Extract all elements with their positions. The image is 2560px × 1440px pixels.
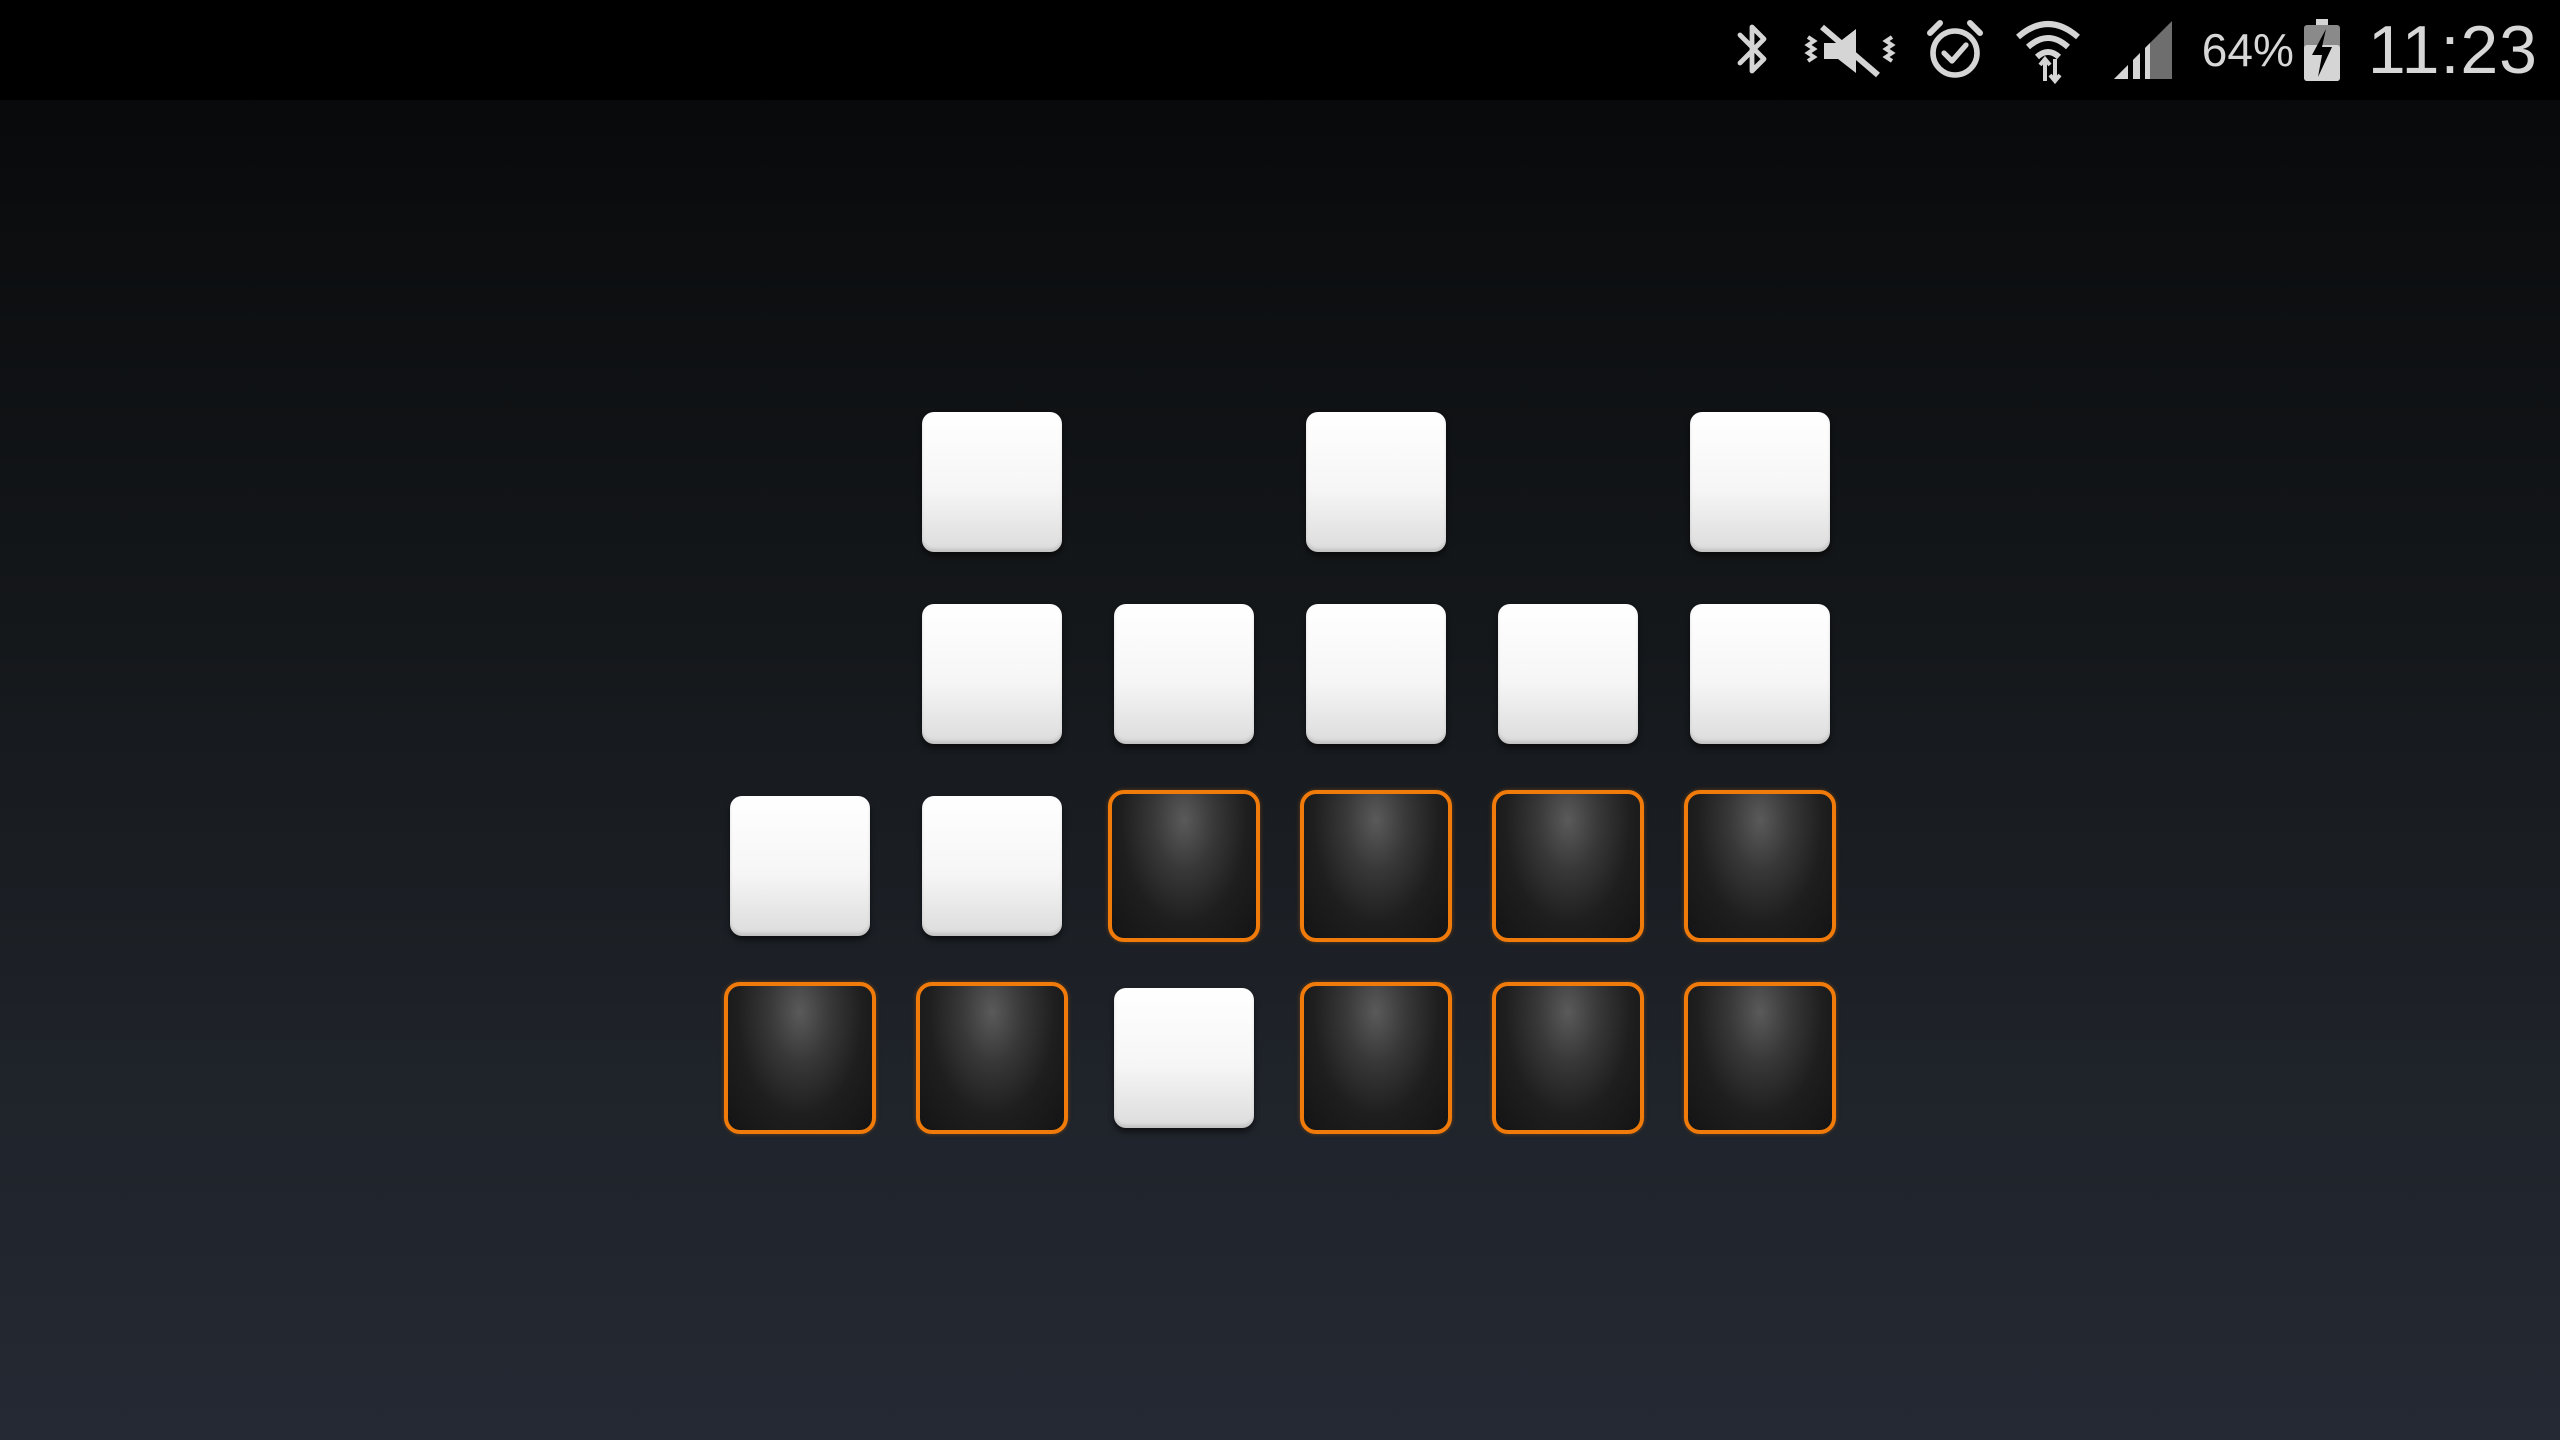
- pad-r4-c2[interactable]: [916, 982, 1068, 1134]
- pad-r3-c2[interactable]: [922, 796, 1062, 936]
- pad-r2-c3[interactable]: [1114, 604, 1254, 744]
- pad-r3-c1[interactable]: [730, 796, 870, 936]
- pad-r2-c2[interactable]: [922, 604, 1062, 744]
- pad-r1-c6[interactable]: [1690, 412, 1830, 552]
- pad-r4-c4[interactable]: [1300, 982, 1452, 1134]
- pad-r4-c5[interactable]: [1492, 982, 1644, 1134]
- app-screen: 64% 11:23: [0, 0, 2560, 1440]
- pad-r2-c4[interactable]: [1306, 604, 1446, 744]
- pad-r2-c5[interactable]: [1498, 604, 1638, 744]
- pad-r4-c6[interactable]: [1684, 982, 1836, 1134]
- pad-r3-c3[interactable]: [1108, 790, 1260, 942]
- pad-grid: [0, 0, 2560, 1440]
- pad-r3-c6[interactable]: [1684, 790, 1836, 942]
- pad-r1-c2[interactable]: [922, 412, 1062, 552]
- pad-r3-c5[interactable]: [1492, 790, 1644, 942]
- pad-r4-c1[interactable]: [724, 982, 876, 1134]
- pad-r3-c4[interactable]: [1300, 790, 1452, 942]
- pad-r1-c4[interactable]: [1306, 412, 1446, 552]
- pad-r2-c6[interactable]: [1690, 604, 1830, 744]
- pad-r4-c3[interactable]: [1114, 988, 1254, 1128]
